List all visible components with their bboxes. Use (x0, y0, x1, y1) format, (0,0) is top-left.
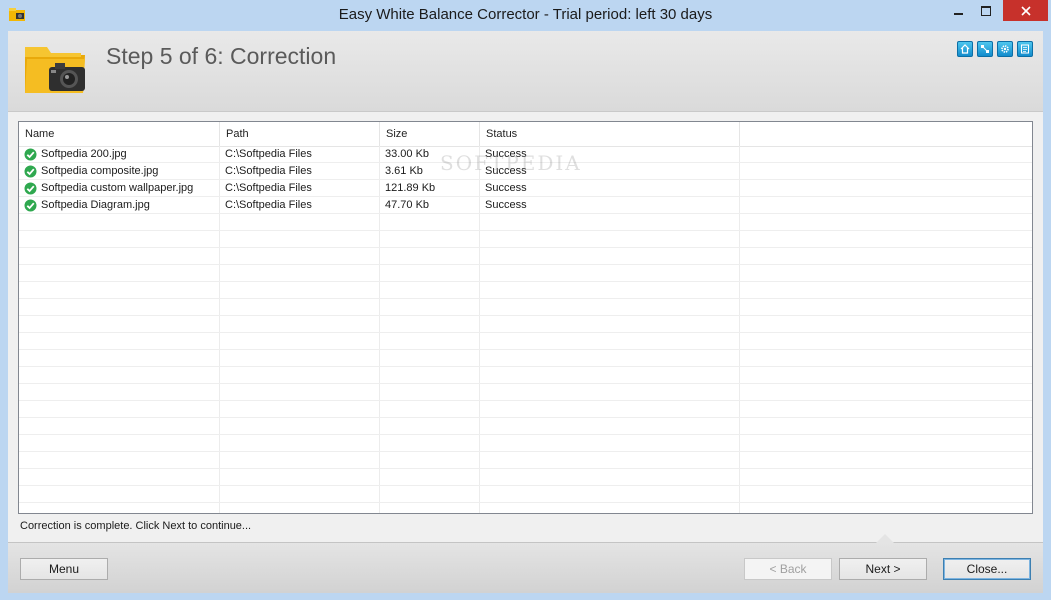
minimize-icon (954, 13, 963, 15)
cell-status: Success (485, 148, 527, 160)
close-button[interactable]: Close... (943, 558, 1031, 580)
column-header-size[interactable]: Size (380, 122, 480, 146)
home-icon[interactable] (957, 41, 973, 57)
table-row[interactable] (19, 469, 1032, 486)
network-icon[interactable] (977, 41, 993, 57)
app-window: Easy White Balance Corrector - Trial per… (0, 0, 1051, 600)
table-row[interactable] (19, 486, 1032, 503)
header-toolbar (957, 41, 1033, 57)
table-row[interactable] (19, 350, 1032, 367)
window-title: Easy White Balance Corrector - Trial per… (338, 6, 713, 23)
table-row[interactable] (19, 367, 1032, 384)
table-row[interactable] (19, 418, 1032, 435)
status-message: Correction is complete. Click Next to co… (20, 520, 252, 532)
table-row[interactable] (19, 435, 1032, 452)
cell-size: 3.61 Kb (385, 165, 423, 177)
table-row[interactable] (19, 316, 1032, 333)
cell-name: Softpedia Diagram.jpg (41, 199, 150, 211)
cell-size: 121.89 Kb (385, 182, 436, 194)
table-row[interactable] (19, 248, 1032, 265)
results-list[interactable]: Name Path Size Status Softpedia 200.jpg C… (18, 121, 1033, 514)
register-icon[interactable] (1017, 41, 1033, 57)
close-window-button[interactable] (1003, 0, 1048, 21)
cell-status: Success (485, 182, 527, 194)
table-row[interactable] (19, 384, 1032, 401)
cell-size: 47.70 Kb (385, 199, 430, 211)
table-row[interactable]: Softpedia Diagram.jpg C:\Softpedia Files 4… (19, 197, 1032, 214)
success-check-icon (24, 182, 37, 195)
close-icon (1020, 5, 1031, 16)
column-header-path[interactable]: Path (220, 122, 380, 146)
settings-icon[interactable] (997, 41, 1013, 57)
maximize-button[interactable] (972, 0, 999, 22)
table-row[interactable]: Softpedia 200.jpg C:\Softpedia Files 33.00… (19, 146, 1032, 163)
cell-name: Softpedia custom wallpaper.jpg (41, 182, 194, 194)
success-check-icon (24, 199, 37, 212)
success-check-icon (24, 165, 37, 178)
cell-path: C:\Softpedia Files (225, 182, 312, 194)
cell-size: 33.00 Kb (385, 148, 430, 160)
table-row[interactable] (19, 214, 1032, 231)
next-button[interactable]: Next > (839, 558, 927, 580)
table-row[interactable]: Softpedia custom wallpaper.jpg C:\Softped… (19, 180, 1032, 197)
back-button[interactable]: < Back (744, 558, 832, 580)
table-row[interactable] (19, 265, 1032, 282)
wizard-footer: Menu < Back Next > Close... (8, 534, 1043, 593)
table-row[interactable] (19, 401, 1032, 418)
title-bar[interactable]: Easy White Balance Corrector - Trial per… (0, 0, 1051, 31)
table-row[interactable] (19, 333, 1032, 350)
footer-notch (876, 534, 894, 543)
wizard-header: Step 5 of 6: Correction (8, 31, 1043, 112)
cell-name: Softpedia composite.jpg (41, 165, 159, 177)
cell-path: C:\Softpedia Files (225, 148, 312, 160)
table-row[interactable] (19, 231, 1032, 248)
folder-camera-logo (25, 47, 85, 93)
success-check-icon (24, 148, 37, 161)
list-header: Name Path Size Status (19, 122, 1032, 147)
cell-path: C:\Softpedia Files (225, 199, 312, 211)
table-row[interactable]: Softpedia composite.jpg C:\Softpedia File… (19, 163, 1032, 180)
cell-status: Success (485, 165, 527, 177)
page-title: Step 5 of 6: Correction (106, 43, 337, 69)
table-row[interactable] (19, 452, 1032, 469)
table-row[interactable] (19, 282, 1032, 299)
column-header-name[interactable]: Name (19, 122, 220, 146)
menu-button[interactable]: Menu (20, 558, 108, 580)
client-area: Step 5 of 6: Correction Name Path Size S… (8, 31, 1043, 593)
column-header-status[interactable]: Status (480, 122, 740, 146)
cell-name: Softpedia 200.jpg (41, 148, 127, 160)
cell-status: Success (485, 199, 527, 211)
maximize-icon (980, 6, 991, 16)
table-row[interactable] (19, 299, 1032, 316)
cell-path: C:\Softpedia Files (225, 165, 312, 177)
minimize-button[interactable] (945, 0, 972, 22)
list-rows: Softpedia 200.jpg C:\Softpedia Files 33.00… (19, 146, 1032, 503)
